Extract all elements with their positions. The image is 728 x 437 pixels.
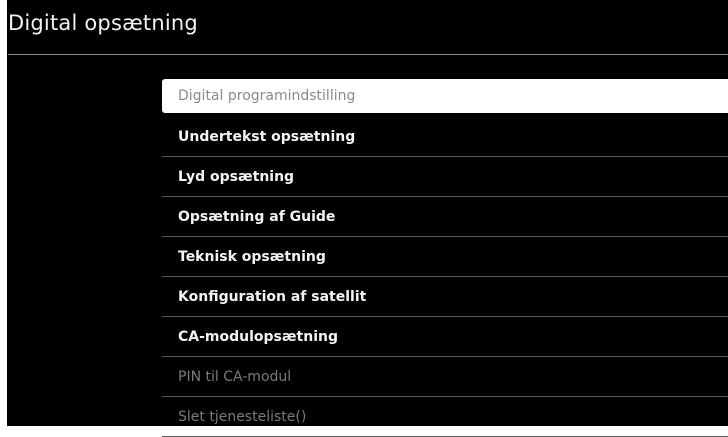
menu-item-konfiguration-af-satellit[interactable]: Konfiguration af satellit (162, 277, 728, 317)
settings-menu: Digital programindstilling Undertekst op… (162, 79, 728, 437)
tv-settings-screen: Digital opsætning Digital programindstil… (0, 0, 728, 437)
menu-item-ca-modulopsaetning[interactable]: CA-modulopsætning (162, 317, 728, 357)
left-edge-strip (0, 0, 7, 426)
menu-item-teknisk-opsaetning[interactable]: Teknisk opsætning (162, 237, 728, 277)
menu-item-opsaetning-af-guide[interactable]: Opsætning af Guide (162, 197, 728, 237)
title-divider (8, 54, 728, 55)
page-title: Digital opsætning (8, 11, 198, 35)
menu-item-digital-programindstilling[interactable]: Digital programindstilling (162, 79, 728, 113)
menu-item-lyd-opsaetning[interactable]: Lyd opsætning (162, 157, 728, 197)
menu-item-slet-tjenesteliste: Slet tjenesteliste() (162, 397, 728, 437)
menu-item-pin-til-ca-modul: PIN til CA-modul (162, 357, 728, 397)
menu-item-undertekst-opsaetning[interactable]: Undertekst opsætning (162, 117, 728, 157)
